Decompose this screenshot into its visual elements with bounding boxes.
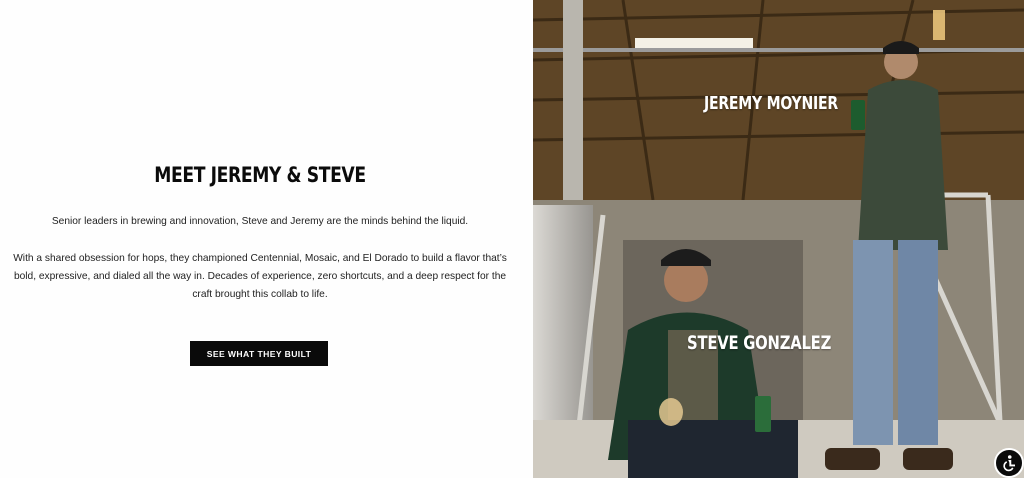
brewery-scene — [533, 0, 1024, 478]
body-paragraph: With a shared obsession for hops, they c… — [13, 253, 507, 300]
section-title: MEET JEREMY & STEVE — [154, 163, 366, 187]
accessibility-icon — [1003, 455, 1015, 472]
intro-paragraph: Senior leaders in brewing and innovation… — [51, 216, 469, 227]
intro-panel: MEET JEREMY & STEVE Senior leaders in br… — [0, 0, 533, 478]
see-what-they-built-button[interactable]: SEE WHAT THEY BUILT — [190, 341, 328, 366]
brewers-photo — [533, 0, 1024, 478]
steve-name-label: STEVE GONZALEZ — [687, 332, 832, 354]
jeremy-name-label: JEREMY MOYNIER — [704, 93, 838, 114]
accessibility-button[interactable] — [994, 448, 1024, 478]
